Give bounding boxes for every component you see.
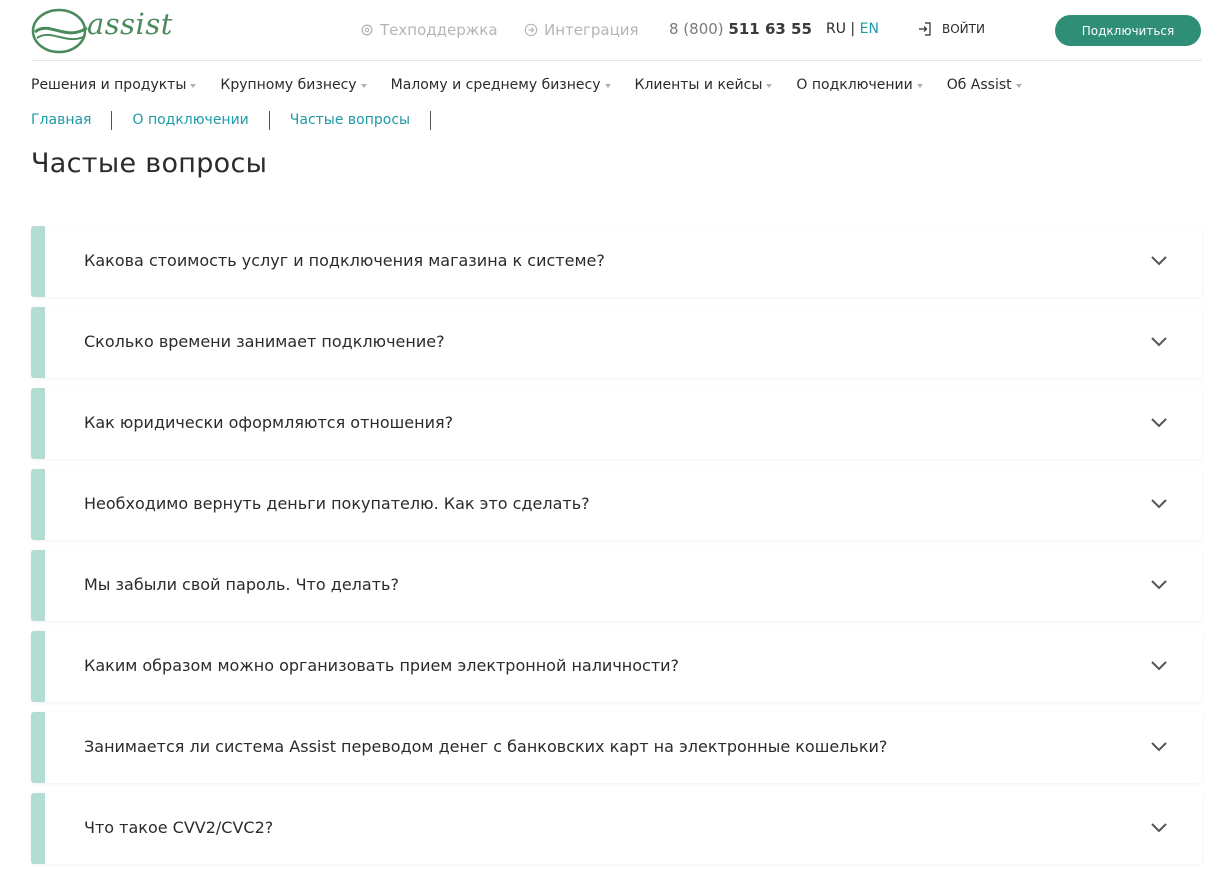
assist-logo-icon <box>31 8 88 54</box>
nav-item-connection[interactable]: О подключении <box>796 77 923 93</box>
login-label: ВОЙТИ <box>942 22 985 36</box>
faq-item[interactable]: Необходимо вернуть деньги покупателю. Ка… <box>31 469 1202 540</box>
faq-question: Занимается ли система Assist переводом д… <box>84 737 888 756</box>
login-link[interactable]: ВОЙТИ <box>918 22 985 36</box>
caret-down-icon <box>766 84 773 88</box>
caret-down-icon <box>1015 84 1022 88</box>
faq-question: Мы забыли свой пароль. Что делать? <box>84 575 399 594</box>
chevron-down-icon[interactable] <box>1150 579 1168 591</box>
faq-accent-bar <box>31 793 45 864</box>
nav-label: О подключении <box>796 77 913 93</box>
page-title: Частые вопросы <box>31 148 268 179</box>
nav-item-solutions[interactable]: Решения и продукты <box>31 77 197 93</box>
phone-prefix: 8 (800) <box>669 20 729 38</box>
integration-label: Интеграция <box>544 21 639 39</box>
phone-main: 511 63 55 <box>728 20 812 38</box>
lang-en[interactable]: EN <box>860 21 879 37</box>
faq-question: Что такое CVV2/CVC2? <box>84 818 274 837</box>
login-icon <box>919 22 931 36</box>
connect-button[interactable]: Подключиться <box>1055 15 1201 46</box>
faq-accent-bar <box>31 550 45 621</box>
chevron-down-icon[interactable] <box>1150 336 1168 348</box>
nav-item-about[interactable]: Об Assist <box>947 77 1022 93</box>
nav-label: Крупному бизнесу <box>220 77 357 93</box>
logo[interactable]: assist <box>31 4 172 54</box>
language-switch: RU | EN <box>826 21 879 37</box>
faq-accent-bar <box>31 712 45 783</box>
breadcrumb-faq[interactable]: Частые вопросы <box>290 111 432 130</box>
arrow-circle-icon <box>524 23 538 37</box>
lang-ru[interactable]: RU <box>826 21 846 37</box>
faq-accent-bar <box>31 226 45 297</box>
caret-down-icon <box>916 84 923 88</box>
chevron-down-icon[interactable] <box>1150 741 1168 753</box>
chevron-down-icon[interactable] <box>1150 660 1168 672</box>
caret-down-icon <box>360 84 367 88</box>
faq-item[interactable]: Занимается ли система Assist переводом д… <box>31 712 1202 783</box>
chevron-down-icon[interactable] <box>1150 255 1168 267</box>
faq-question: Сколько времени занимает подключение? <box>84 332 445 351</box>
site-header: assist Техподдержка Интеграция 8 (800) 5… <box>31 0 1202 61</box>
chevron-down-icon[interactable] <box>1150 417 1168 429</box>
lang-separator: | <box>845 21 860 37</box>
support-label: Техподдержка <box>380 21 498 39</box>
faq-question: Какова стоимость услуг и подключения маг… <box>84 251 605 270</box>
faq-accent-bar <box>31 307 45 378</box>
faq-item[interactable]: Каким образом можно организовать прием э… <box>31 631 1202 702</box>
faq-item[interactable]: Что такое CVV2/CVC2? <box>31 793 1202 864</box>
breadcrumb-home[interactable]: Главная <box>31 111 113 130</box>
gear-icon <box>361 24 373 36</box>
nav-label: Малому и среднему бизнесу <box>390 77 601 93</box>
caret-down-icon <box>190 84 197 88</box>
phone-number[interactable]: 8 (800) 511 63 55 <box>669 20 812 38</box>
caret-down-icon <box>604 84 611 88</box>
faq-item[interactable]: Как юридически оформляются отношения? <box>31 388 1202 459</box>
support-link[interactable]: Техподдержка <box>360 21 498 39</box>
faq-question: Каким образом можно организовать прием э… <box>84 656 680 675</box>
nav-item-clients[interactable]: Клиенты и кейсы <box>635 77 773 93</box>
main-nav: Решения и продукты Крупному бизнесу Мало… <box>31 77 1046 93</box>
breadcrumb-connection[interactable]: О подключении <box>132 111 270 130</box>
faq-item[interactable]: Какова стоимость услуг и подключения маг… <box>31 226 1202 297</box>
chevron-down-icon[interactable] <box>1150 822 1168 834</box>
faq-question: Необходимо вернуть деньги покупателю. Ка… <box>84 494 590 513</box>
faq-list: Какова стоимость услуг и подключения маг… <box>31 226 1202 874</box>
nav-label: Решения и продукты <box>31 77 187 93</box>
chevron-down-icon[interactable] <box>1150 498 1168 510</box>
nav-item-smb[interactable]: Малому и среднему бизнесу <box>391 77 611 93</box>
nav-item-enterprise[interactable]: Крупному бизнесу <box>220 77 367 93</box>
integration-link[interactable]: Интеграция <box>524 21 639 39</box>
faq-accent-bar <box>31 631 45 702</box>
nav-label: Клиенты и кейсы <box>634 77 763 93</box>
faq-item[interactable]: Сколько времени занимает подключение? <box>31 307 1202 378</box>
nav-label: Об Assist <box>946 77 1012 93</box>
faq-accent-bar <box>31 469 45 540</box>
faq-item[interactable]: Мы забыли свой пароль. Что делать? <box>31 550 1202 621</box>
logo-text: assist <box>87 7 173 41</box>
breadcrumb: Главная О подключении Частые вопросы <box>31 111 451 130</box>
faq-accent-bar <box>31 388 45 459</box>
faq-question: Как юридически оформляются отношения? <box>84 413 454 432</box>
